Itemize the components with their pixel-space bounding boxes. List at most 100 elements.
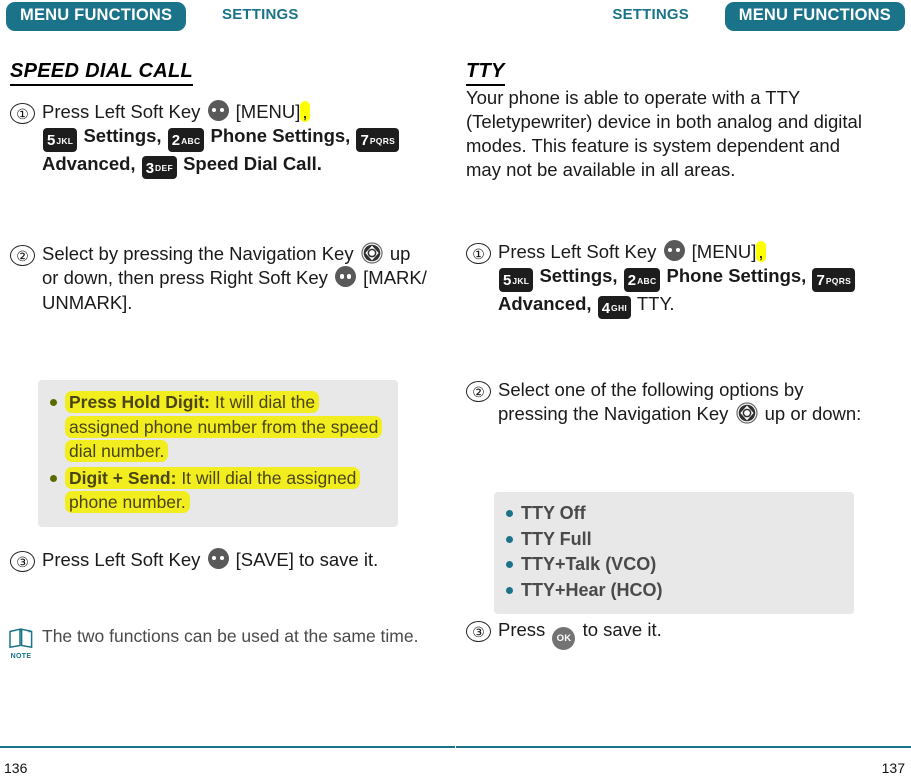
key-3-def-icon: 3DEF (141, 155, 177, 180)
step-3-text-part-2: to save it. (582, 619, 662, 640)
step-3: ③ Press Left Soft Key [SAVE] to save it. (10, 548, 430, 572)
key-2-digit: 2 (627, 272, 637, 290)
key-7-letters: PQRS (825, 275, 852, 286)
bullet-dot-icon (506, 510, 513, 517)
tty-option-label: TTY+Hear (HCO) (521, 579, 663, 600)
key-5-jkl-icon: 5JKL (43, 128, 78, 152)
highlighted-comma: , (300, 101, 310, 122)
page-number-left: 136 (4, 760, 28, 776)
step-number-3: ③ (466, 621, 491, 642)
key-5-letters: JKL (56, 135, 74, 146)
key-3-letters: DEF (155, 163, 173, 174)
list-item[interactable]: TTY+Talk (VCO) (506, 552, 842, 578)
page-number-right: 137 (881, 760, 905, 776)
note-text: The two functions can be used at the sam… (42, 626, 419, 646)
key-7-digit: 7 (816, 272, 825, 290)
key-2-abc-icon: 2ABC (167, 128, 205, 152)
header-subtitle-settings: SETTINGS (222, 6, 299, 23)
info-bullet-1: Press Hold Digit: It will dial the assig… (50, 390, 386, 464)
tty-options-box: TTY Off TTY Full TTY+Talk (VCO) TTY+Hear… (494, 492, 854, 615)
key-3-digit: 3 (145, 159, 155, 177)
step-number-3: ③ (10, 551, 35, 572)
right-page-header: SETTINGS MENU FUNCTIONS (456, 2, 911, 34)
bullet-dot-icon (506, 535, 513, 543)
key-7-pqrs-icon: 7PQRS (356, 128, 400, 152)
key-2-digit: 2 (171, 132, 181, 150)
step-1-body: Press Left Soft Key [MENU], 5JKL Setting… (42, 100, 430, 180)
step-3: ③ Press OK to save it. (466, 618, 886, 650)
list-item[interactable]: TTY+Hear (HCO) (506, 578, 842, 604)
step-2-text-part-1: Select one of the following options by p… (498, 379, 804, 425)
step-1-body: Press Left Soft Key [MENU], 5JKL Setting… (498, 240, 886, 320)
left-page-header: MENU FUNCTIONS SETTINGS (0, 2, 455, 34)
footer-rule (0, 746, 455, 748)
step-1: ① Press Left Soft Key [MENU], 5JKL Setti… (466, 240, 886, 320)
header-subtitle-settings: SETTINGS (612, 6, 689, 23)
step-3-text-part-1: Press (498, 619, 546, 640)
list-item[interactable]: TTY Full (506, 527, 842, 553)
label-speed-dial-call: Speed Dial Call. (183, 152, 322, 174)
right-page: SETTINGS MENU FUNCTIONS TTY Your phone i… (456, 0, 911, 782)
soft-key-icon (663, 240, 685, 261)
step-1-text-part-1: Press Left Soft Key (498, 241, 657, 262)
label-settings: Settings, (539, 265, 618, 287)
info-bullet-1-text: Press Hold Digit: It will dial the assig… (65, 390, 386, 464)
step-1-text-part-2: [MENU] (235, 101, 301, 122)
label-tty: TTY. (636, 292, 675, 314)
note-block: NOTE The two functions can be used at th… (6, 625, 426, 660)
tty-option-label: TTY Full (521, 528, 592, 549)
navigation-key-icon (361, 242, 383, 264)
step-number-1: ① (466, 243, 491, 264)
soft-key-icon (335, 266, 357, 288)
soft-key-icon (207, 100, 229, 121)
step-number-2: ② (466, 381, 491, 402)
ok-key-icon: OK (552, 627, 576, 650)
bullet-dot-icon (506, 586, 513, 594)
step-2-text-part-1: Select by pressing the Navigation Key (42, 243, 354, 264)
bullet-dot-icon (50, 399, 57, 406)
label-advanced: Advanced, (42, 152, 136, 174)
info-bullet-1-bold: Press Hold Digit: (69, 392, 210, 412)
section-title-tty: TTY (466, 60, 505, 86)
bullet-dot-icon (50, 474, 57, 482)
key-7-letters: PQRS (369, 135, 396, 146)
tty-option-label: TTY+Talk (VCO) (521, 554, 657, 575)
step-2-body: Select one of the following options by p… (498, 378, 866, 427)
label-advanced: Advanced, (498, 292, 592, 314)
left-page: MENU FUNCTIONS SETTINGS SPEED DIAL CALL … (0, 0, 455, 782)
step-3-body: Press OK to save it. (498, 618, 662, 650)
info-bullet-2-text: Digit + Send: It will dial the assigned … (65, 466, 386, 515)
info-box-speed-dial: Press Hold Digit: It will dial the assig… (38, 380, 398, 527)
label-settings: Settings, (83, 125, 162, 147)
note-book-icon: NOTE (6, 627, 36, 660)
key-4-letters: GHI (611, 303, 628, 314)
note-icon-label: NOTE (10, 653, 32, 660)
step-number-2: ② (10, 245, 35, 266)
highlighted-comma: , (756, 241, 766, 262)
step-1-text-part-2: [MENU] (691, 241, 757, 262)
section-title-speed-dial-call: SPEED DIAL CALL (10, 60, 194, 86)
step-2: ② Select by pressing the Navigation Key … (10, 242, 430, 315)
header-tab-menu-functions[interactable]: MENU FUNCTIONS (6, 2, 187, 31)
key-5-digit: 5 (503, 272, 512, 290)
key-5-digit: 5 (47, 132, 56, 150)
footer-rule (456, 746, 911, 748)
step-1: ① Press Left Soft Key [MENU], 5JKL Setti… (10, 100, 430, 180)
key-7-pqrs-icon: 7PQRS (812, 268, 856, 292)
header-tab-menu-functions[interactable]: MENU FUNCTIONS (724, 2, 905, 31)
key-2-abc-icon: 2ABC (623, 268, 661, 292)
list-item[interactable]: TTY Off (506, 501, 842, 527)
label-phone-settings: Phone Settings, (666, 265, 807, 287)
navigation-key-icon (735, 402, 758, 425)
info-bullet-2: Digit + Send: It will dial the assigned … (50, 466, 386, 515)
step-3-text-part-1: Press Left Soft Key (42, 549, 201, 570)
bullet-dot-icon (506, 561, 513, 569)
step-2-body: Select by pressing the Navigation Key up… (42, 242, 430, 315)
tty-option-label: TTY Off (521, 503, 586, 523)
step-2-text-part-2: up or down: (764, 403, 862, 425)
info-bullet-2-bold: Digit + Send: (69, 467, 177, 488)
key-4-digit: 4 (601, 299, 611, 317)
key-7-digit: 7 (360, 132, 369, 150)
key-5-letters: JKL (512, 275, 530, 286)
key-2-letters: ABC (637, 275, 657, 286)
